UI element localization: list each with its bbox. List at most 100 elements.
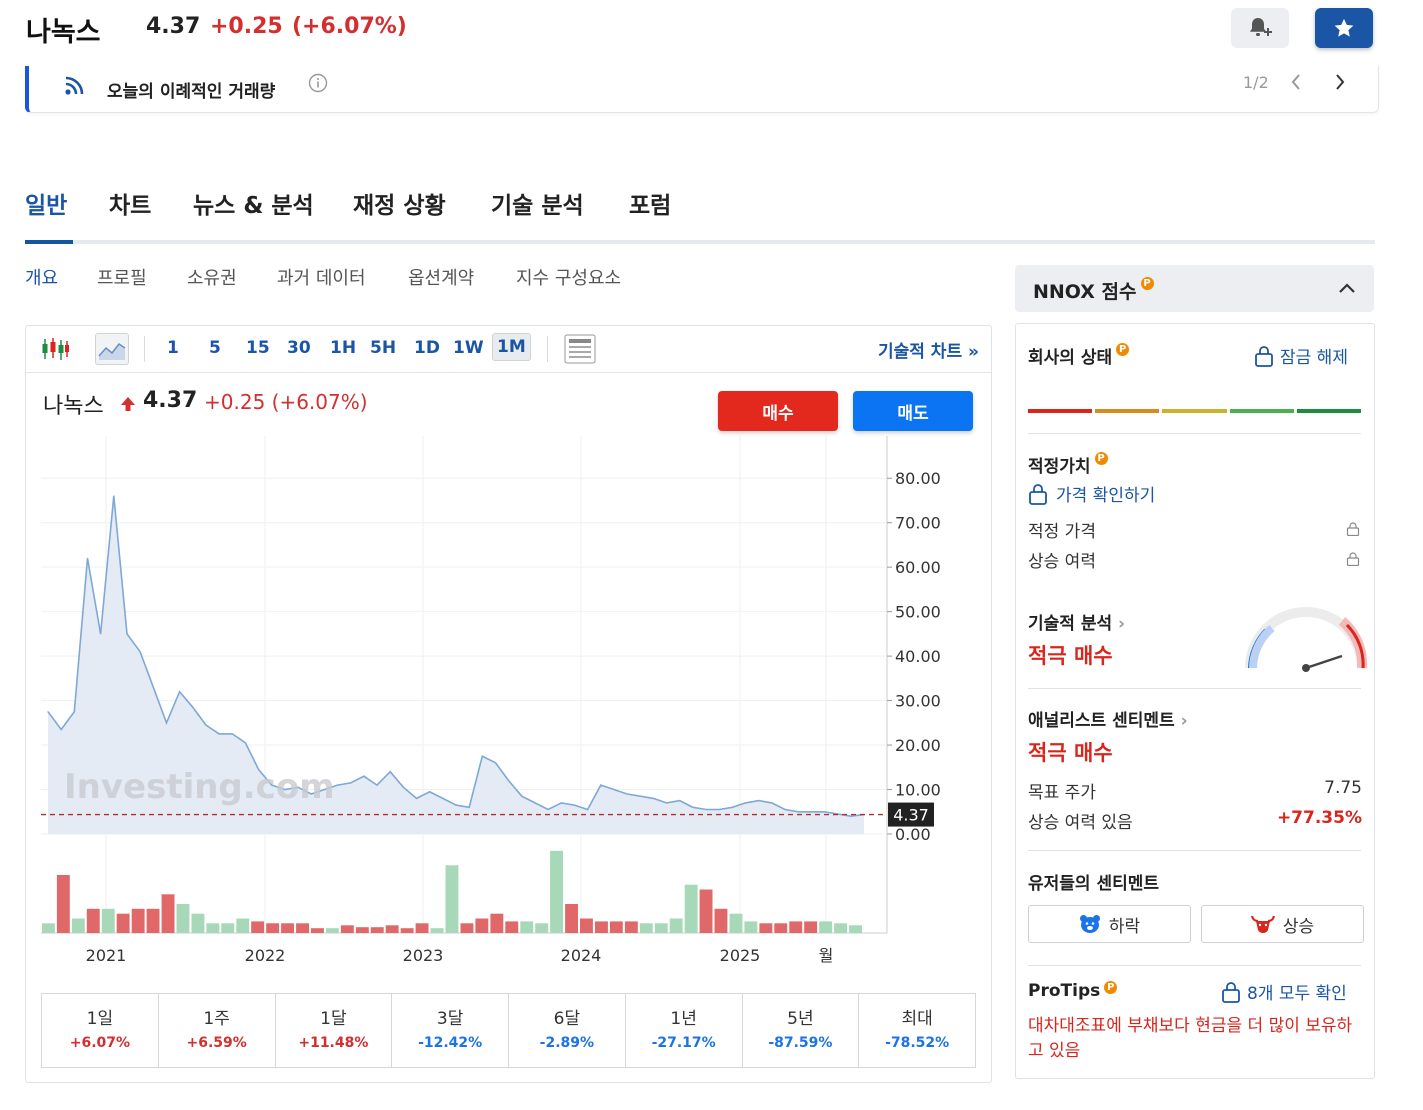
subtab-index-components[interactable]: 지수 구성요소 — [516, 264, 621, 290]
performance-period: 1달 — [320, 1009, 347, 1029]
timeframe-5h[interactable]: 5H — [370, 338, 396, 358]
tech-verdict: 적극 매수 — [1028, 644, 1113, 668]
price-point — [481, 755, 483, 757]
subtab-ownership[interactable]: 소유권 — [187, 264, 237, 290]
status-segment — [1028, 409, 1093, 413]
price-point — [455, 804, 457, 806]
lock-icon — [1346, 552, 1360, 566]
timeframe-30[interactable]: 30 — [287, 338, 311, 358]
volume-bar — [595, 921, 608, 933]
price-point — [692, 806, 694, 808]
technical-chart-link[interactable]: 기술적 차트 » — [878, 337, 979, 362]
volume-bar — [101, 908, 115, 933]
news-layout-icon[interactable] — [564, 334, 596, 364]
performance-cell: 6달 -2.89% — [509, 994, 626, 1067]
timeframe-1w[interactable]: 1W — [453, 338, 484, 358]
watchlist-star-button[interactable] — [1315, 8, 1373, 48]
volume-bar — [699, 889, 713, 933]
performance-period: 1년 — [670, 1009, 697, 1029]
price-point — [797, 811, 799, 813]
volume-bar — [326, 928, 339, 933]
volume-bar — [565, 904, 578, 933]
sell-button[interactable]: 매도 — [853, 391, 973, 431]
chevron-right-icon[interactable] — [1332, 72, 1348, 92]
chevron-left-icon[interactable] — [1288, 72, 1304, 92]
check-price-label: 가격 확인하기 — [1056, 486, 1156, 506]
performance-value: -78.52% — [885, 1035, 950, 1051]
candlestick-icon[interactable] — [41, 336, 69, 362]
tab-forum[interactable]: 포럼 — [629, 186, 671, 220]
subtab-historical-data[interactable]: 과거 데이터 — [277, 264, 366, 290]
target-price-label: 목표 주가 — [1028, 783, 1096, 803]
price-point — [231, 733, 233, 735]
ticker-headline[interactable]: 오늘의 이례적인 거래량 — [107, 77, 275, 102]
area-chart-toggle[interactable] — [95, 333, 129, 365]
volume-bar — [146, 908, 160, 933]
bullish-vote-button[interactable]: 상승 — [1201, 905, 1364, 943]
tech-analysis-link[interactable]: 기술적 분석 › — [1028, 609, 1125, 634]
price-point — [415, 797, 418, 799]
info-icon[interactable] — [308, 73, 328, 93]
x-tick-label: 2025 — [720, 946, 761, 965]
x-axis-ticks: 2021 2022 2023 2024 2025 월 — [86, 946, 834, 965]
y-tick-label: 30.00 — [895, 692, 941, 711]
lock-icon — [1029, 483, 1047, 505]
performance-cell: 3달 -12.42% — [392, 994, 509, 1067]
unlock-link[interactable]: 잠금 해제 — [1254, 343, 1348, 368]
status-segment — [1095, 409, 1160, 413]
y-axis-ticks: 80.00 70.00 60.00 50.00 40.00 30.00 20.00 10.00… — [887, 469, 941, 844]
double-chevron-icon: » — [968, 342, 979, 362]
performance-cell: 1주 +6.59% — [159, 994, 276, 1067]
timeframe-5[interactable]: 5 — [209, 338, 221, 358]
price-point — [705, 808, 707, 811]
tab-financials[interactable]: 재정 상황 — [353, 186, 446, 220]
performance-period: 3달 — [436, 1009, 464, 1029]
performance-table: 1일 +6.07% 1주 +6.59% 1달 +11.48% 3달 -12.42% 6달 -2.8… — [41, 993, 976, 1068]
volume-bar — [460, 923, 474, 933]
score-header[interactable]: NNOX 점수 P — [1015, 265, 1374, 312]
chart-stock-name: 나녹스 — [43, 394, 104, 419]
timeframe-15[interactable]: 15 — [246, 338, 270, 358]
price-point — [205, 724, 207, 726]
performance-cell: 1달 +11.48% — [276, 994, 393, 1067]
tab-general[interactable]: 일반 — [25, 186, 67, 220]
check-price-link[interactable]: 가격 확인하기 — [1028, 481, 1155, 506]
subtab-options[interactable]: 옵션계약 — [408, 264, 474, 290]
volume-bar — [400, 928, 414, 933]
price-point — [442, 797, 444, 799]
tab-news-analysis[interactable]: 뉴스 & 분석 — [193, 186, 314, 220]
tab-chart[interactable]: 차트 — [109, 186, 151, 220]
price-point — [218, 733, 220, 735]
price-chart[interactable]: 80.00 70.00 60.00 50.00 40.00 30.00 20.00 10.00… — [26, 436, 991, 966]
buy-button[interactable]: 매수 — [718, 391, 838, 431]
analyst-sentiment-link[interactable]: 애널리스트 센티멘트 › — [1028, 706, 1188, 731]
price-point — [73, 711, 75, 713]
pro-badge-icon: P — [1104, 981, 1118, 994]
price-point — [468, 806, 470, 808]
news-ticker[interactable]: 오늘의 이례적인 거래량 1/2 — [25, 66, 1379, 113]
performance-period: 최대 — [901, 1009, 933, 1029]
bearish-vote-button[interactable]: 하락 — [1028, 905, 1191, 943]
timeframe-1m[interactable]: 1M — [492, 333, 531, 361]
price-point — [113, 495, 115, 497]
timeframe-1d[interactable]: 1D — [414, 338, 440, 358]
stock-change-pct: (+6.07%) — [292, 14, 407, 39]
divider — [1028, 850, 1361, 851]
bear-label: 하락 — [1108, 916, 1141, 937]
tab-technical[interactable]: 기술 분석 — [491, 186, 584, 220]
view-all-protips-link[interactable]: 8개 모두 확인 — [1221, 979, 1347, 1004]
price-point — [389, 771, 391, 773]
chart-grid — [41, 436, 888, 934]
chevron-up-icon[interactable] — [1338, 281, 1356, 295]
performance-period: 5년 — [787, 1009, 814, 1029]
create-alert-button[interactable] — [1231, 8, 1289, 48]
subtab-profile[interactable]: 프로필 — [97, 264, 147, 290]
price-point — [86, 557, 89, 559]
volume-bar — [370, 927, 384, 933]
timeframe-1h[interactable]: 1H — [330, 338, 356, 358]
volume-bar — [729, 913, 743, 933]
performance-value: -27.17% — [651, 1035, 716, 1051]
subtab-overview[interactable]: 개요 — [25, 264, 58, 290]
timeframe-1[interactable]: 1 — [167, 338, 179, 358]
volume-bar — [236, 918, 250, 933]
